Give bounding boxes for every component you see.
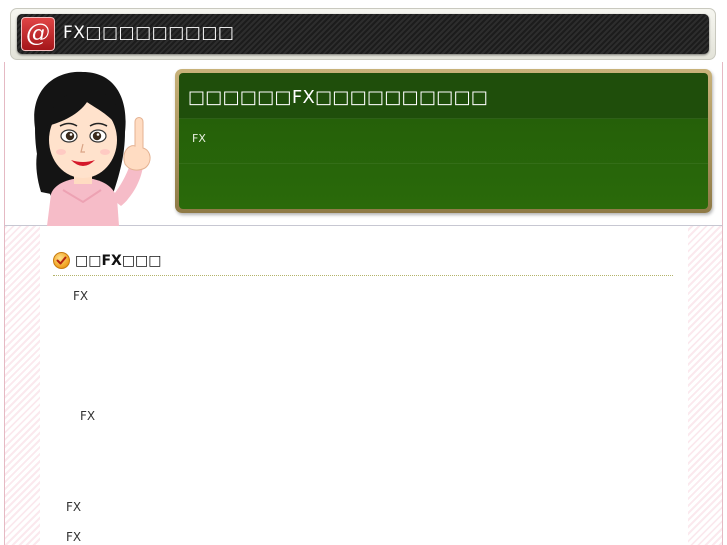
- banner-text: FX: [192, 132, 206, 145]
- chalkboard-divider: [179, 118, 708, 119]
- chalkboard-surface: □□□□□□FX□□□□□□□□□□ FX: [179, 73, 708, 209]
- main-content: □□FX□□□ FX FX FX FX: [40, 226, 688, 545]
- guide-girl-illustration: [34, 71, 151, 226]
- checkmark-icon: [53, 252, 70, 269]
- hero-section: □□□□□□FX□□□□□□□□□□ FX: [4, 62, 723, 226]
- header-bar: @ FX□□□□□□□□□: [17, 14, 709, 54]
- paragraph: FX: [80, 409, 96, 423]
- section-title: □□FX□□□: [75, 253, 162, 269]
- chalkboard-divider: [179, 163, 708, 164]
- site-title[interactable]: FX□□□□□□□□□: [63, 22, 234, 44]
- paragraph: FX: [66, 530, 82, 544]
- paragraph: FX: [66, 500, 82, 514]
- section-heading: □□FX□□□: [53, 251, 673, 276]
- chalkboard-banner: □□□□□□FX□□□□□□□□□□ FX: [175, 69, 712, 213]
- site-header: @ FX□□□□□□□□□: [10, 8, 716, 60]
- at-sign-icon[interactable]: @: [21, 17, 55, 51]
- paragraph: FX: [73, 289, 89, 303]
- banner-title: □□□□□□FX□□□□□□□□□□: [188, 87, 489, 108]
